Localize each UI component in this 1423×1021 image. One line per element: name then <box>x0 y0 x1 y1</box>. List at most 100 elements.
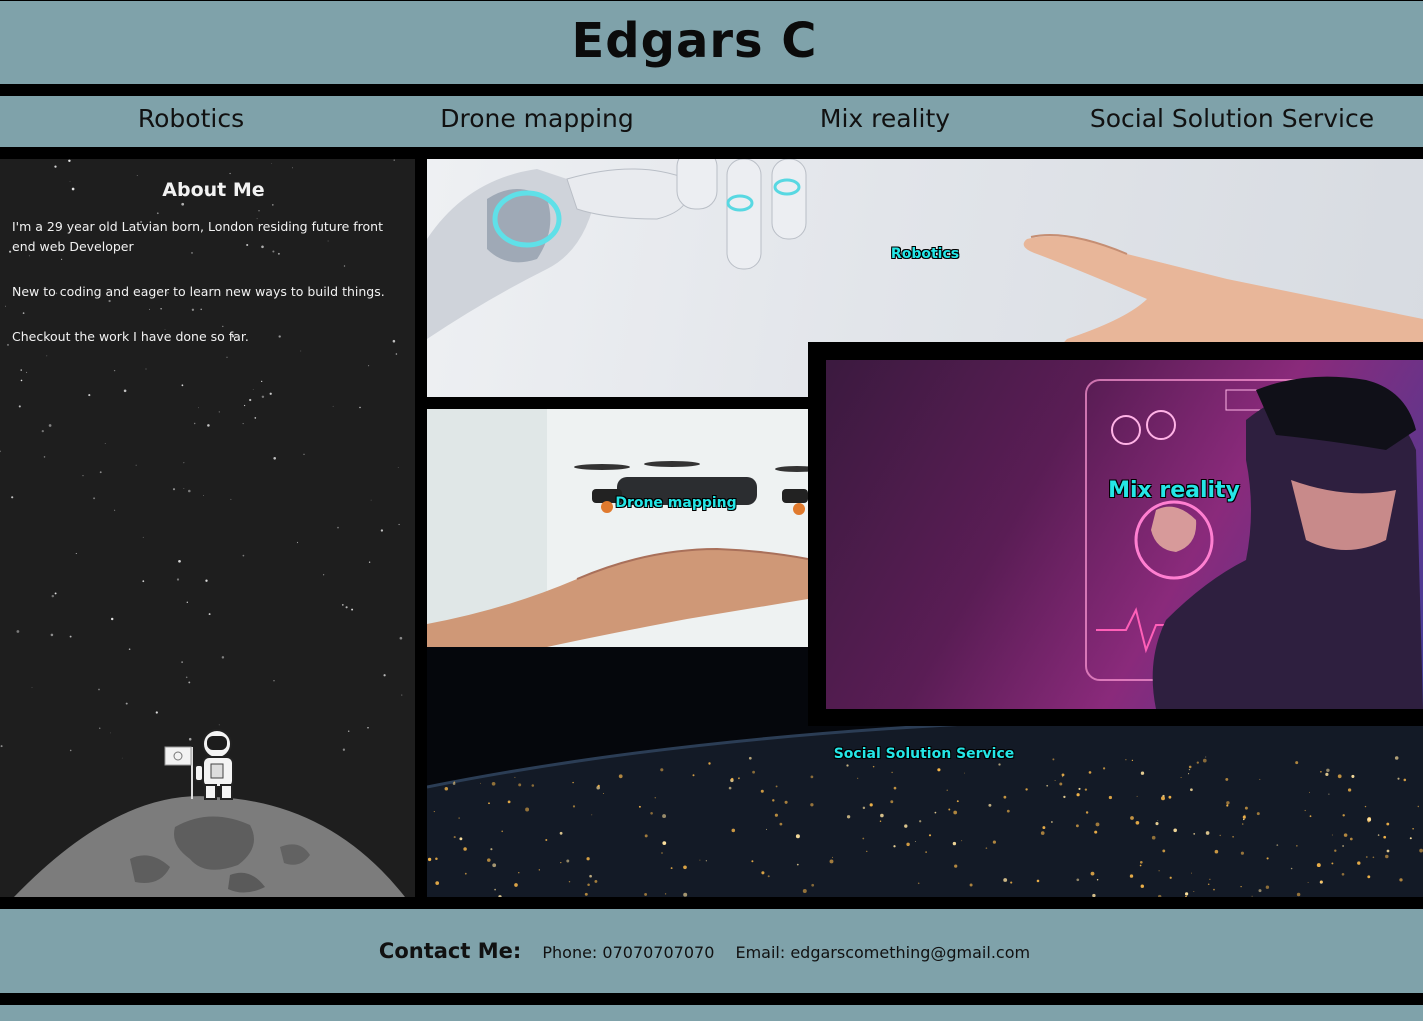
nav-link-social-solution-service[interactable]: Social Solution Service <box>1090 104 1374 133</box>
city-light <box>919 820 922 823</box>
city-light <box>1131 759 1134 762</box>
city-light <box>1090 871 1095 876</box>
star <box>368 561 371 563</box>
star <box>303 453 305 455</box>
city-light <box>1243 818 1245 821</box>
star <box>68 159 71 163</box>
city-light <box>751 860 754 863</box>
nav-link-robotics[interactable]: Robotics <box>138 104 244 133</box>
city-light <box>531 784 535 787</box>
city-light <box>802 889 807 893</box>
city-light <box>772 799 775 802</box>
city-light <box>862 837 865 840</box>
star <box>114 509 116 511</box>
city-light <box>1140 771 1145 775</box>
star <box>300 350 302 352</box>
city-light <box>1365 856 1368 858</box>
city-light <box>1161 796 1165 801</box>
city-light <box>1341 872 1345 876</box>
city-light <box>1054 780 1056 781</box>
star <box>269 392 272 395</box>
city-light <box>453 836 456 839</box>
star <box>296 541 299 544</box>
city-light <box>545 838 548 842</box>
city-light <box>538 869 540 871</box>
city-light <box>1193 890 1195 893</box>
star <box>254 417 257 419</box>
star <box>273 680 275 682</box>
star <box>99 471 102 474</box>
city-light <box>444 787 449 791</box>
star <box>5 305 7 307</box>
star <box>230 498 232 500</box>
star <box>181 202 185 206</box>
city-light <box>866 850 868 852</box>
star <box>203 495 204 496</box>
city-light <box>638 805 641 808</box>
city-light <box>1351 774 1355 778</box>
city-light <box>1139 860 1143 864</box>
site-footer: Contact Me: Phone: 07070707070 Email: ed… <box>0 909 1423 993</box>
city-light <box>1226 801 1230 805</box>
city-light <box>846 764 849 767</box>
nav-link-mix-reality[interactable]: Mix reality <box>820 104 950 133</box>
city-light <box>586 857 590 861</box>
star <box>261 380 263 383</box>
city-light <box>662 841 667 845</box>
city-light <box>890 800 894 804</box>
city-light <box>774 813 778 817</box>
drone-hand-image <box>427 409 808 647</box>
city-light <box>954 864 958 868</box>
star <box>26 371 28 373</box>
city-light <box>1088 771 1092 774</box>
city-light <box>998 763 1001 766</box>
city-light <box>1173 828 1177 833</box>
city-light <box>594 879 598 883</box>
city-light <box>1343 833 1348 837</box>
star <box>181 384 184 387</box>
city-light <box>904 824 908 828</box>
city-light <box>1244 806 1248 810</box>
city-light <box>525 807 530 812</box>
star <box>198 407 199 409</box>
star <box>128 648 131 651</box>
city-light <box>618 774 623 779</box>
city-light <box>796 863 799 866</box>
city-light <box>1046 784 1049 787</box>
city-light <box>1075 824 1079 828</box>
star <box>110 617 114 621</box>
city-light <box>1190 788 1193 792</box>
star <box>205 579 208 582</box>
star <box>16 630 20 633</box>
city-light <box>435 857 438 861</box>
city-light <box>589 874 592 878</box>
drone-mapping-tile[interactable]: Drone mapping <box>427 409 808 647</box>
star <box>191 308 195 311</box>
city-light <box>961 840 963 842</box>
city-light <box>752 770 755 774</box>
city-light <box>650 812 653 815</box>
star <box>397 467 399 469</box>
city-light <box>1063 795 1066 799</box>
star <box>343 265 346 267</box>
nav-link-drone-mapping[interactable]: Drone mapping <box>440 104 634 133</box>
about-title: About Me <box>162 179 265 201</box>
star <box>200 308 202 311</box>
star <box>243 404 246 407</box>
city-light <box>494 888 496 891</box>
city-light <box>1196 761 1199 764</box>
star <box>104 443 106 444</box>
star <box>370 499 372 501</box>
star <box>22 312 25 314</box>
city-light <box>879 820 882 823</box>
city-light <box>767 875 770 878</box>
city-light <box>492 863 497 868</box>
star <box>218 411 220 413</box>
city-light <box>1417 805 1420 808</box>
city-light <box>597 784 600 788</box>
mix-reality-tile[interactable]: Mix reality <box>826 360 1423 709</box>
star <box>186 601 188 603</box>
city-light <box>683 865 687 870</box>
star <box>398 523 400 526</box>
city-light <box>869 803 873 807</box>
